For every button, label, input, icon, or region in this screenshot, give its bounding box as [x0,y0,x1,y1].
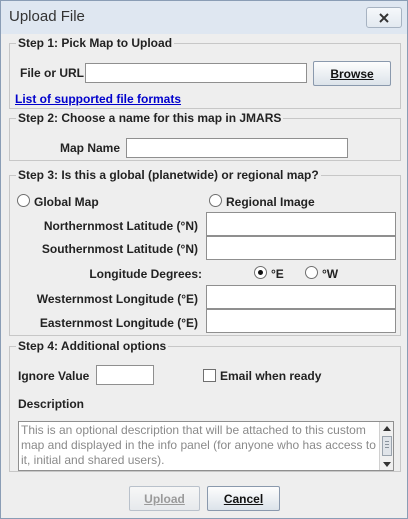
global-map-label: Global Map [34,195,99,209]
regional-image-label: Regional Image [226,195,315,209]
scroll-thumb[interactable] [382,436,392,456]
cancel-button[interactable]: Cancel [207,486,280,511]
easternmost-longitude-label: Easternmost Longitude (°E) [39,316,198,330]
email-when-ready-checkbox[interactable] [203,369,216,382]
description-placeholder: This is an optional description that wil… [21,423,379,467]
window-title: Upload File [9,8,85,25]
description-scrollbar[interactable] [379,422,393,470]
southernmost-latitude-label: Southernmost Latitude (°N) [41,242,198,256]
longitude-west-radio[interactable] [305,266,318,279]
browse-button[interactable]: Browse [313,61,391,86]
step1-group: Step 1: Pick Map to Upload File or URL B… [9,36,401,109]
triangle-down-icon [383,461,391,467]
westernmost-longitude-input[interactable] [206,285,396,309]
title-bar: Upload File [1,1,407,34]
northernmost-latitude-label: Northernmost Latitude (°N) [43,219,198,233]
westernmost-longitude-label: Westernmost Longitude (°E) [36,292,198,306]
upload-file-dialog: Upload File Step 1: Pick Map to Upload F… [0,0,408,519]
step2-title: Step 2: Choose a name for this map in JM… [16,111,284,125]
step2-group: Step 2: Choose a name for this map in JM… [9,111,401,161]
close-icon [379,12,389,23]
file-url-input[interactable] [85,63,307,83]
scroll-up-arrow[interactable] [381,423,393,433]
map-name-input[interactable] [126,138,348,158]
email-when-ready-label: Email when ready [220,369,322,383]
easternmost-longitude-input[interactable] [206,309,396,333]
cancel-button-label: Cancel [223,491,264,506]
northernmost-latitude-input[interactable] [206,212,396,236]
browse-button-label: Browse [330,66,374,81]
longitude-east-label: °E [271,267,284,281]
step4-group: Step 4: Additional options Ignore Value … [9,339,401,472]
ignore-value-label: Ignore Value [18,369,90,383]
map-name-label: Map Name [60,141,121,155]
southernmost-latitude-input[interactable] [206,236,396,260]
upload-button[interactable]: Upload [129,486,200,511]
step3-group: Step 3: Is this a global (planetwide) or… [9,168,401,336]
triangle-up-icon [383,425,391,431]
step3-title: Step 3: Is this a global (planetwide) or… [16,168,321,182]
longitude-degrees-label: Longitude Degrees: [89,267,202,281]
step1-title: Step 1: Pick Map to Upload [16,36,175,50]
longitude-east-radio[interactable] [254,266,267,279]
description-label: Description [18,397,85,411]
ignore-value-input[interactable] [96,365,154,385]
description-textarea[interactable]: This is an optional description that wil… [18,421,394,471]
upload-button-label: Upload [144,491,185,506]
close-button[interactable] [366,7,402,28]
regional-image-radio[interactable] [209,194,222,207]
longitude-west-label: °W [322,267,339,281]
file-url-label: File or URL [20,66,85,80]
scroll-down-arrow[interactable] [381,459,393,469]
global-map-radio[interactable] [17,194,30,207]
step4-title: Step 4: Additional options [16,339,169,353]
supported-formats-link[interactable]: List of supported file formats [15,92,181,106]
